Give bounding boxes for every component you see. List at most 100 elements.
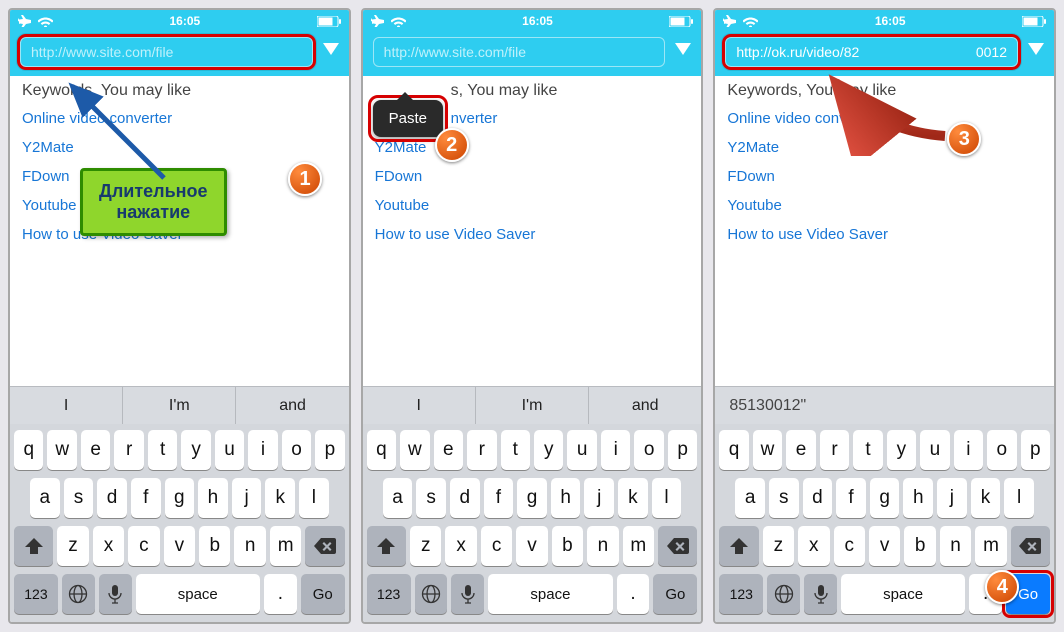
list-item[interactable]: Online video converter — [22, 104, 337, 133]
key-m[interactable]: m — [623, 526, 654, 566]
globe-key[interactable] — [415, 574, 448, 614]
globe-key[interactable] — [62, 574, 95, 614]
key-g[interactable]: g — [517, 478, 547, 518]
key-z[interactable]: z — [410, 526, 441, 566]
key-e[interactable]: e — [434, 430, 463, 470]
key-w[interactable]: w — [753, 430, 782, 470]
key-l[interactable]: l — [1004, 478, 1034, 518]
shift-key[interactable] — [719, 526, 758, 566]
key-g[interactable]: g — [165, 478, 195, 518]
space-key[interactable]: space — [136, 574, 260, 614]
paste-menu[interactable]: Paste — [373, 100, 443, 137]
predict-suggestion[interactable]: and — [236, 387, 348, 424]
key-r[interactable]: r — [820, 430, 849, 470]
key-c[interactable]: c — [834, 526, 865, 566]
key-b[interactable]: b — [904, 526, 935, 566]
list-item[interactable]: How to use Video Saver — [375, 220, 690, 249]
key-p[interactable]: p — [668, 430, 697, 470]
key-l[interactable]: l — [299, 478, 329, 518]
key-k[interactable]: k — [265, 478, 295, 518]
key-d[interactable]: d — [450, 478, 480, 518]
key-x[interactable]: x — [93, 526, 124, 566]
mic-key[interactable] — [804, 574, 837, 614]
key-s[interactable]: s — [769, 478, 799, 518]
list-item[interactable]: Online video converter — [727, 104, 1042, 133]
key-i[interactable]: i — [954, 430, 983, 470]
key-q[interactable]: q — [367, 430, 396, 470]
list-item[interactable]: Y2Mate — [22, 133, 337, 162]
backspace-key[interactable] — [658, 526, 697, 566]
key-z[interactable]: z — [763, 526, 794, 566]
predict-suggestion[interactable]: I'm — [123, 387, 236, 424]
key-j[interactable]: j — [232, 478, 262, 518]
key-n[interactable]: n — [940, 526, 971, 566]
key-k[interactable]: k — [618, 478, 648, 518]
key-p[interactable]: p — [1021, 430, 1050, 470]
numbers-key[interactable]: 123 — [14, 574, 58, 614]
url-input-wrapper[interactable] — [20, 37, 313, 67]
key-h[interactable]: h — [551, 478, 581, 518]
key-u[interactable]: u — [567, 430, 596, 470]
key-v[interactable]: v — [869, 526, 900, 566]
key-c[interactable]: c — [481, 526, 512, 566]
go-key[interactable]: Go — [301, 574, 345, 614]
key-a[interactable]: a — [383, 478, 413, 518]
key-q[interactable]: q — [719, 430, 748, 470]
key-n[interactable]: n — [234, 526, 265, 566]
key-v[interactable]: v — [516, 526, 547, 566]
url-input-wrapper[interactable] — [373, 37, 666, 67]
key-u[interactable]: u — [215, 430, 244, 470]
backspace-key[interactable] — [1011, 526, 1050, 566]
predict-suggestion[interactable]: I — [363, 387, 476, 424]
key-o[interactable]: o — [282, 430, 311, 470]
key-g[interactable]: g — [870, 478, 900, 518]
key-d[interactable]: d — [803, 478, 833, 518]
key-k[interactable]: k — [971, 478, 1001, 518]
key-e[interactable]: e — [81, 430, 110, 470]
key-w[interactable]: w — [47, 430, 76, 470]
key-h[interactable]: h — [198, 478, 228, 518]
key-y[interactable]: y — [887, 430, 916, 470]
key-a[interactable]: a — [30, 478, 60, 518]
chevron-down-icon[interactable] — [323, 43, 339, 62]
key-t[interactable]: t — [148, 430, 177, 470]
list-item[interactable]: Youtube — [727, 191, 1042, 220]
key-b[interactable]: b — [199, 526, 230, 566]
list-item[interactable]: How to use Video Saver — [727, 220, 1042, 249]
key-h[interactable]: h — [903, 478, 933, 518]
key-j[interactable]: j — [937, 478, 967, 518]
list-item[interactable]: FDown — [375, 162, 690, 191]
go-key[interactable]: Go — [653, 574, 697, 614]
key-f[interactable]: f — [131, 478, 161, 518]
chevron-down-icon[interactable] — [675, 43, 691, 62]
key-d[interactable]: d — [97, 478, 127, 518]
key-z[interactable]: z — [57, 526, 88, 566]
key-c[interactable]: c — [128, 526, 159, 566]
key-x[interactable]: x — [798, 526, 829, 566]
url-input-wrapper[interactable]: http://ok.ru/video/82 0012 — [725, 37, 1018, 67]
key-r[interactable]: r — [467, 430, 496, 470]
key-n[interactable]: n — [587, 526, 618, 566]
key-o[interactable]: o — [987, 430, 1016, 470]
key-t[interactable]: t — [853, 430, 882, 470]
key-i[interactable]: i — [248, 430, 277, 470]
dot-key[interactable]: . — [617, 574, 650, 614]
key-p[interactable]: p — [315, 430, 344, 470]
list-item[interactable]: FDown — [727, 162, 1042, 191]
backspace-key[interactable] — [305, 526, 344, 566]
key-f[interactable]: f — [484, 478, 514, 518]
key-t[interactable]: t — [501, 430, 530, 470]
key-m[interactable]: m — [270, 526, 301, 566]
key-l[interactable]: l — [652, 478, 682, 518]
list-item[interactable]: nverter — [451, 104, 690, 133]
key-x[interactable]: x — [445, 526, 476, 566]
key-a[interactable]: a — [735, 478, 765, 518]
key-j[interactable]: j — [584, 478, 614, 518]
mic-key[interactable] — [451, 574, 484, 614]
key-y[interactable]: y — [181, 430, 210, 470]
key-q[interactable]: q — [14, 430, 43, 470]
url-input[interactable] — [384, 44, 655, 60]
shift-key[interactable] — [367, 526, 406, 566]
predict-suggestion[interactable]: I — [10, 387, 123, 424]
key-s[interactable]: s — [64, 478, 94, 518]
